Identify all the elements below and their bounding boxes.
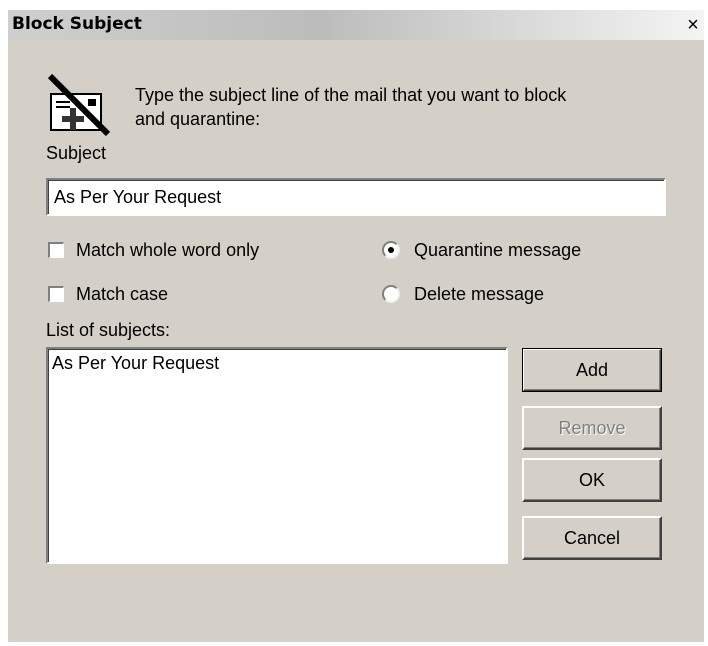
blocked-mail-icon	[47, 74, 111, 137]
delete-label: Delete message	[414, 283, 545, 304]
match-whole-word-label: Match whole word only	[76, 239, 260, 260]
cancel-button[interactable]: Cancel	[522, 516, 662, 560]
list-label: List of subjects:	[46, 320, 171, 340]
quarantine-radio[interactable]: Quarantine message	[382, 238, 581, 262]
list-item[interactable]: As Per Your Request	[52, 353, 219, 374]
window-title: Block Subject	[12, 14, 142, 34]
ok-button[interactable]: OK	[522, 458, 662, 502]
subject-input-value: As Per Your Request	[54, 187, 222, 207]
subject-input[interactable]: As Per Your Request	[46, 178, 666, 216]
instruction-text: Type the subject line of the mail that y…	[135, 85, 567, 129]
checkbox-box[interactable]	[48, 286, 64, 302]
match-case-checkbox[interactable]: Match case	[48, 282, 168, 306]
checkbox-box[interactable]	[48, 242, 64, 258]
add-button[interactable]: Add	[522, 348, 662, 392]
title-bar[interactable]: Block Subject ×	[8, 10, 704, 40]
radio-selected[interactable]	[382, 241, 400, 259]
delete-radio[interactable]: Delete message	[382, 282, 544, 306]
remove-button[interactable]: Remove	[522, 406, 662, 450]
match-whole-word-checkbox[interactable]: Match whole word only	[48, 238, 259, 262]
subjects-listbox[interactable]: As Per Your Request	[46, 347, 508, 564]
radio-unselected[interactable]	[382, 285, 400, 303]
match-case-label: Match case	[76, 283, 169, 304]
close-button[interactable]: ×	[682, 14, 704, 36]
quarantine-label: Quarantine message	[414, 239, 582, 260]
subject-label: Subject	[46, 143, 107, 163]
block-subject-dialog: Block Subject × Type the subject line of…	[8, 10, 704, 642]
